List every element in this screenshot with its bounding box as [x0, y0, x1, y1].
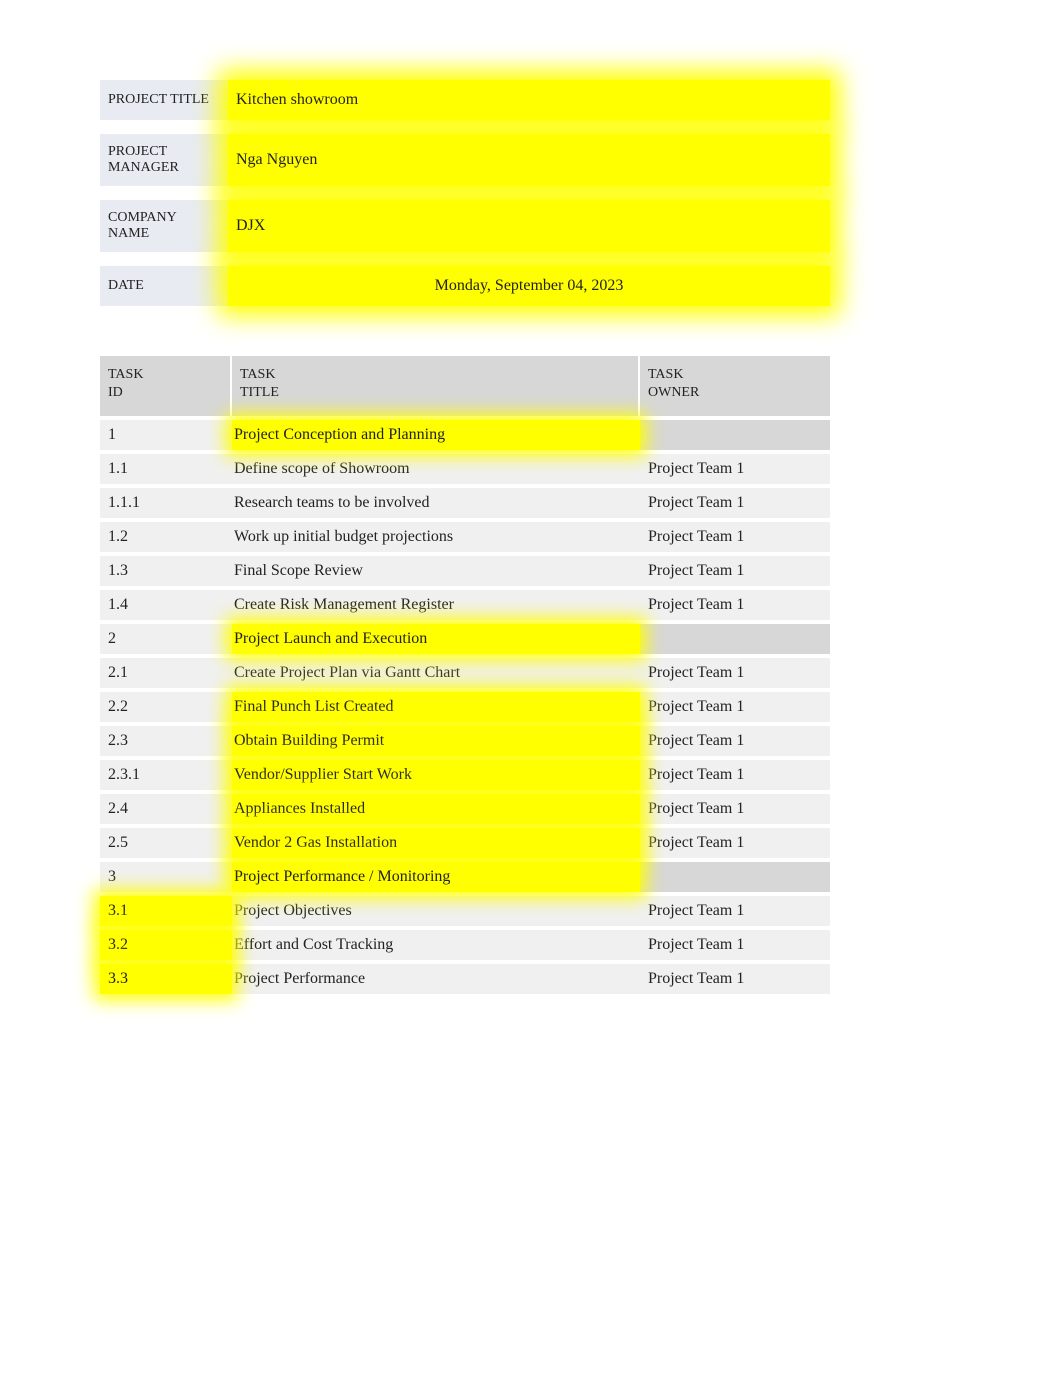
- table-row: 1.2Work up initial budget projectionsPro…: [100, 518, 830, 552]
- task-body: 1Project Conception and Planning1.1Defin…: [100, 416, 830, 994]
- table-row: 2.3Obtain Building PermitProject Team 1: [100, 722, 830, 756]
- info-value: Kitchen showroom: [228, 80, 830, 120]
- info-label: COMPANY NAME: [100, 200, 228, 252]
- task-id-cell: 2.5: [100, 828, 232, 858]
- task-title-cell: Create Risk Management Register: [232, 590, 640, 620]
- task-id-cell: 1.2: [100, 522, 232, 552]
- task-id-cell: 2.2: [100, 692, 232, 722]
- table-row: 2.4Appliances InstalledProject Team 1: [100, 790, 830, 824]
- task-title-cell: Effort and Cost Tracking: [232, 930, 640, 960]
- info-row-project-manager: PROJECT MANAGER Nga Nguyen Fill In: [100, 134, 830, 186]
- table-row: 3.1Project ObjectivesProject Team 1: [100, 892, 830, 926]
- task-owner-cell: Project Team 1: [640, 828, 830, 858]
- task-owner-cell: Project Team 1: [640, 488, 830, 518]
- task-title-cell: Research teams to be involved: [232, 488, 640, 518]
- task-id-cell: 2.1: [100, 658, 232, 688]
- info-value: Nga Nguyen: [228, 134, 830, 186]
- info-label: PROJECT TITLE: [100, 80, 228, 120]
- header-task-title: TASKTITLE: [232, 356, 640, 416]
- task-id-cell: 2: [100, 624, 232, 654]
- task-owner-cell: Project Team 1: [640, 556, 830, 586]
- task-owner-cell: Project Team 1: [640, 726, 830, 756]
- header-task-owner: TASKOWNER: [640, 356, 830, 416]
- task-id-cell: 2.4: [100, 794, 232, 824]
- task-title-cell: Final Punch List Created: [232, 692, 640, 722]
- info-label: PROJECT MANAGER: [100, 134, 228, 186]
- info-value: Monday, September 04, 2023: [228, 266, 830, 306]
- table-row: 1.1.1Research teams to be involvedProjec…: [100, 484, 830, 518]
- task-owner-cell: [640, 624, 830, 654]
- page-container: PROJECT TITLE Kitchen showroom Fill In P…: [100, 80, 930, 994]
- table-row: 1.3Final Scope ReviewProject Team 1: [100, 552, 830, 586]
- task-owner-cell: [640, 862, 830, 892]
- task-owner-cell: Project Team 1: [640, 522, 830, 552]
- task-id-cell: 2.3: [100, 726, 232, 756]
- task-id-cell: 1: [100, 420, 232, 450]
- task-owner-cell: Project Team 1: [640, 760, 830, 790]
- task-owner-cell: Project Team 1: [640, 692, 830, 722]
- task-id-cell: 1.1: [100, 454, 232, 484]
- table-row: 3.3Project PerformanceProject Team 1: [100, 960, 830, 994]
- task-title-cell: Define scope of Showroom: [232, 454, 640, 484]
- task-id-cell: 3.2: [100, 930, 232, 960]
- task-id-cell: 3: [100, 862, 232, 892]
- table-row: 2.1Create Project Plan via Gantt ChartPr…: [100, 654, 830, 688]
- task-owner-cell: [640, 420, 830, 450]
- task-id-cell: 1.3: [100, 556, 232, 586]
- task-owner-cell: Project Team 1: [640, 658, 830, 688]
- task-id-cell: 3.1: [100, 896, 232, 926]
- task-title-cell: Project Performance / Monitoring: [232, 862, 640, 892]
- task-title-cell: Project Launch and Execution: [232, 624, 640, 654]
- info-row-company-name: COMPANY NAME DJX Fill In: [100, 200, 830, 252]
- task-owner-cell: Project Team 1: [640, 454, 830, 484]
- task-title-cell: Obtain Building Permit: [232, 726, 640, 756]
- task-title-cell: Project Objectives: [232, 896, 640, 926]
- table-row: 1.4Create Risk Management RegisterProjec…: [100, 586, 830, 620]
- task-id-cell: 1.1.1: [100, 488, 232, 518]
- project-info-section: PROJECT TITLE Kitchen showroom Fill In P…: [100, 80, 830, 306]
- table-row: 2.2Final Punch List CreatedProject Team …: [100, 688, 830, 722]
- table-row: 2.3.1Vendor/Supplier Start WorkProject T…: [100, 756, 830, 790]
- info-value: DJX: [228, 200, 830, 252]
- table-row: 2Project Launch and Execution: [100, 620, 830, 654]
- task-owner-cell: Project Team 1: [640, 896, 830, 926]
- task-title-cell: Project Conception and Planning: [232, 420, 640, 450]
- task-header-row: TASKID TASKTITLE TASKOWNER: [100, 356, 830, 416]
- table-row: 3.2Effort and Cost TrackingProject Team …: [100, 926, 830, 960]
- task-title-cell: Final Scope Review: [232, 556, 640, 586]
- info-row-date: DATE Monday, September 04, 2023 Fill In: [100, 266, 830, 306]
- task-title-cell: Vendor 2 Gas Installation: [232, 828, 640, 858]
- task-owner-cell: Project Team 1: [640, 590, 830, 620]
- task-id-cell: 3.3: [100, 964, 232, 994]
- task-table: TASKID TASKTITLE TASKOWNER 1Project Conc…: [100, 356, 830, 994]
- info-label: DATE: [100, 266, 228, 306]
- task-owner-cell: Project Team 1: [640, 930, 830, 960]
- task-title-cell: Create Project Plan via Gantt Chart: [232, 658, 640, 688]
- header-task-id: TASKID: [100, 356, 232, 416]
- table-row: 2.5Vendor 2 Gas InstallationProject Team…: [100, 824, 830, 858]
- task-title-cell: Work up initial budget projections: [232, 522, 640, 552]
- info-row-project-title: PROJECT TITLE Kitchen showroom Fill In: [100, 80, 830, 120]
- task-title-cell: Project Performance: [232, 964, 640, 994]
- table-row: 1.1Define scope of ShowroomProject Team …: [100, 450, 830, 484]
- table-row: 1Project Conception and Planning: [100, 416, 830, 450]
- task-title-cell: Vendor/Supplier Start Work: [232, 760, 640, 790]
- task-owner-cell: Project Team 1: [640, 794, 830, 824]
- task-id-cell: 1.4: [100, 590, 232, 620]
- table-row: 3Project Performance / Monitoring: [100, 858, 830, 892]
- task-id-cell: 2.3.1: [100, 760, 232, 790]
- task-title-cell: Appliances Installed: [232, 794, 640, 824]
- task-owner-cell: Project Team 1: [640, 964, 830, 994]
